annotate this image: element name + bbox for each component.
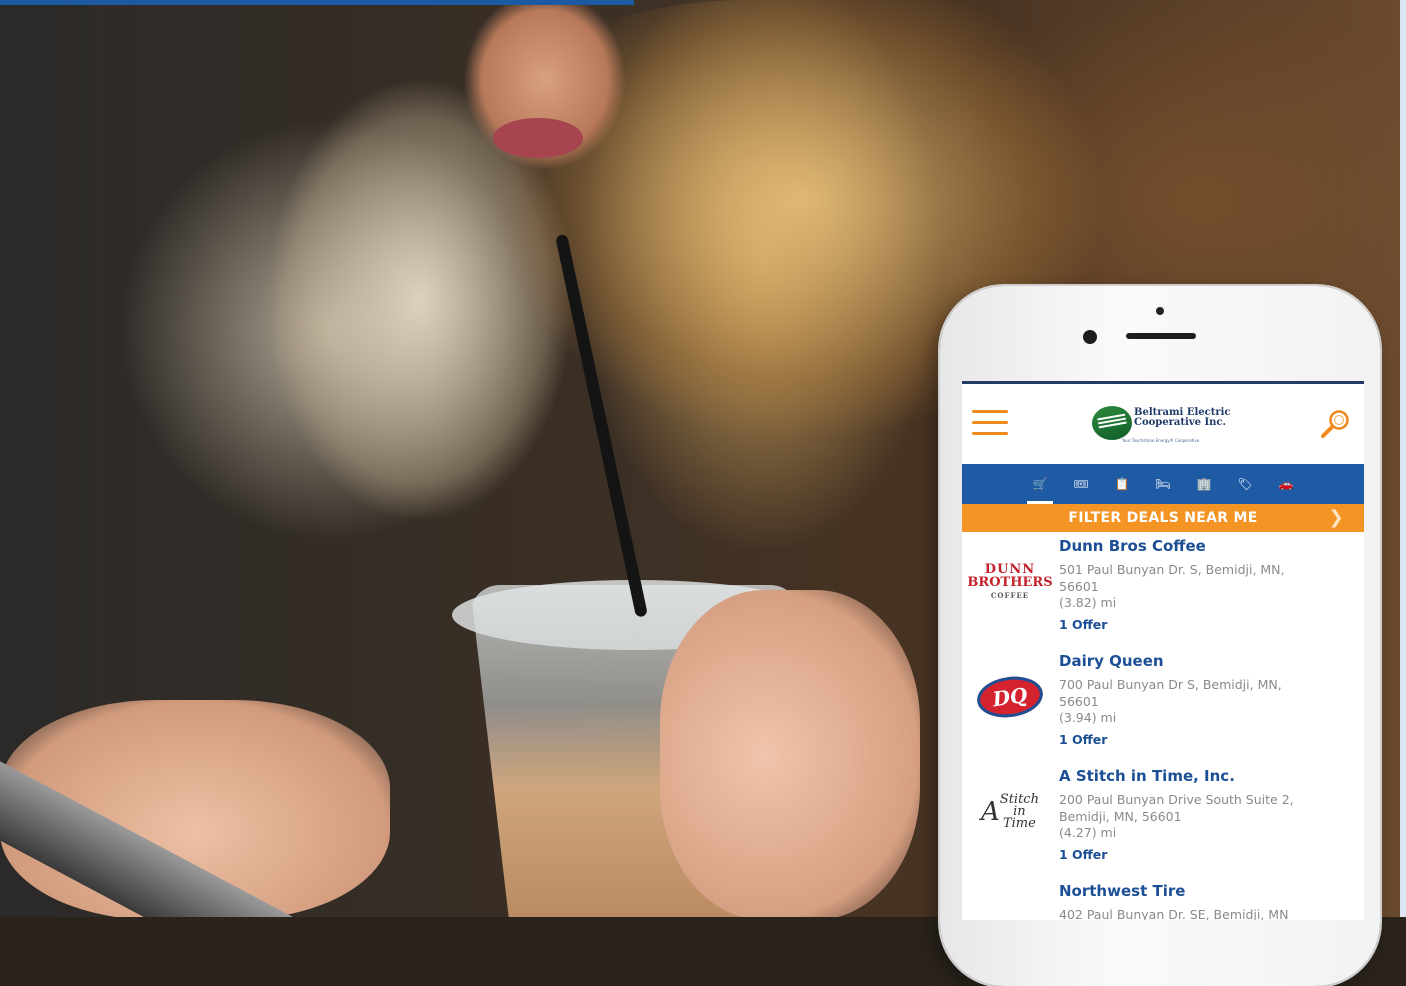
lips-shape: [493, 118, 583, 158]
list-item[interactable]: DUNN BROTHERS COFFEE Dunn Bros Coffee 50…: [962, 532, 1364, 647]
business-name[interactable]: Northwest Tire: [1059, 882, 1185, 900]
cart-icon[interactable]: 🛒: [1027, 477, 1053, 504]
app-header: Beltrami Electric Cooperative Inc. Your …: [962, 384, 1364, 464]
list-item[interactable]: Northwest Tire 402 Paul Bunyan Dr. SE, B…: [962, 877, 1364, 920]
top-accent-bar: [0, 0, 634, 5]
tag-icon[interactable]: 🏷: [1236, 477, 1254, 491]
logo-line: DUNN: [984, 561, 1036, 577]
list-item[interactable]: A Stitch in Time A Stitch in Time, Inc. …: [962, 762, 1364, 877]
bed-icon[interactable]: 🛏: [1154, 477, 1172, 491]
dunn-bros-logo: DUNN BROTHERS COFFEE: [967, 552, 1053, 612]
logo-line: BROTHERS: [967, 574, 1053, 590]
business-distance: (3.82) mi: [1059, 595, 1117, 610]
stitch-in-time-logo: A Stitch in Time: [968, 782, 1052, 842]
ticket-icon[interactable]: 🎟: [1072, 477, 1090, 491]
filter-deals-button[interactable]: FILTER DEALS NEAR ME ❯: [962, 504, 1364, 532]
cooperative-logo[interactable]: Beltrami Electric Cooperative Inc. Your …: [1092, 404, 1242, 446]
business-distance: (3.94) mi: [1059, 710, 1117, 725]
list-item[interactable]: DQ Dairy Queen 700 Paul Bunyan Dr S, Bem…: [962, 647, 1364, 762]
logo-text: A: [981, 797, 1000, 827]
business-name[interactable]: Dairy Queen: [1059, 652, 1164, 670]
phone-sensor-dot: [1156, 307, 1164, 315]
right-edge-strip: [1400, 0, 1406, 917]
business-address: 200 Paul Bunyan Drive South Suite 2, Bem…: [1059, 792, 1294, 824]
phone-screen: Beltrami Electric Cooperative Inc. Your …: [962, 381, 1364, 920]
dairy-queen-logo: DQ: [968, 667, 1052, 727]
building-icon[interactable]: 🏢: [1195, 477, 1213, 491]
business-distance: (4.27) mi: [1059, 825, 1117, 840]
search-icon[interactable]: [1318, 408, 1352, 442]
logo-text: DQ: [991, 682, 1029, 712]
category-bar: 🛒 🎟 📋 🛏 🏢 🏷 🚗: [962, 464, 1364, 504]
cooperative-logo-mark: [1092, 406, 1132, 440]
logo-name-line2: Cooperative Inc.: [1134, 417, 1226, 428]
phone-camera: [1083, 330, 1097, 344]
business-address: 501 Paul Bunyan Dr. S, Bemidji, MN, 5660…: [1059, 562, 1285, 594]
offer-count-link[interactable]: 1 Offer: [1059, 617, 1107, 632]
logo-line: COFFEE: [990, 590, 1030, 600]
offer-count-link[interactable]: 1 Offer: [1059, 847, 1107, 862]
offer-count-link[interactable]: 1 Offer: [1059, 732, 1107, 747]
chevron-right-icon: ❯: [1328, 507, 1344, 528]
logo-tagline: Your Touchstone Energy® Cooperative: [1122, 438, 1200, 443]
business-address: 700 Paul Bunyan Dr S, Bemidji, MN, 56601: [1059, 677, 1282, 709]
right-hand-shape: [660, 590, 920, 917]
logo-line: Time: [1002, 816, 1036, 831]
phone-speaker: [1126, 333, 1196, 339]
business-name[interactable]: A Stitch in Time, Inc.: [1059, 767, 1235, 785]
car-icon[interactable]: 🚗: [1277, 477, 1295, 491]
clipboard-icon[interactable]: 📋: [1113, 477, 1131, 491]
menu-icon[interactable]: [972, 410, 1008, 436]
logo-name: Beltrami Electric Cooperative Inc.: [1134, 408, 1231, 428]
business-address: 402 Paul Bunyan Dr. SE, Bemidji, MN: [1059, 907, 1289, 920]
face-shape: [455, 0, 635, 190]
filter-deals-label: FILTER DEALS NEAR ME: [1068, 510, 1258, 526]
business-name[interactable]: Dunn Bros Coffee: [1059, 537, 1206, 555]
